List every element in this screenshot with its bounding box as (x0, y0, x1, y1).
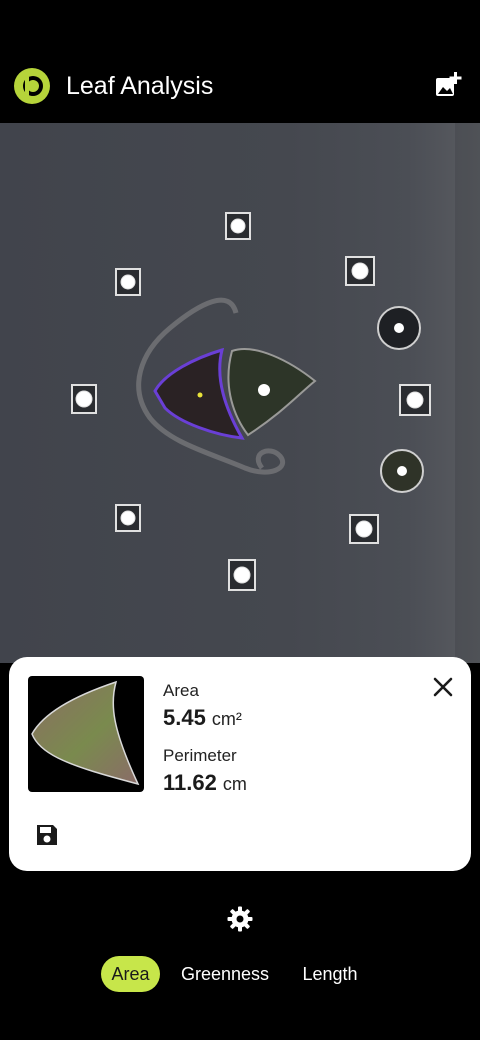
area-number: 5.45 (163, 705, 206, 730)
perimeter-label: Perimeter (163, 746, 237, 765)
tab-greenness[interactable]: Greenness (174, 956, 276, 992)
add-photo-icon[interactable] (434, 72, 462, 100)
perimeter-value: 11.62 cm (163, 770, 247, 796)
perimeter-number: 11.62 (163, 770, 217, 795)
leaf-thumbnail (28, 676, 144, 792)
gear-icon[interactable] (227, 906, 253, 932)
perimeter-unit: cm (222, 774, 247, 794)
save-icon[interactable] (35, 823, 59, 847)
tab-length[interactable]: Length (294, 956, 366, 992)
result-card: Area 5.45 cm² Perimeter 11.62 cm (9, 657, 471, 871)
analysis-tabs: Area Greenness Length (0, 956, 480, 994)
app-bar: Leaf Analysis (0, 0, 480, 123)
area-label: Area (163, 681, 199, 700)
tab-area[interactable]: Area (101, 956, 160, 992)
area-unit: cm² (211, 709, 242, 729)
leaf-image-view[interactable] (0, 123, 480, 663)
leaf-logo-icon (14, 68, 50, 104)
leaf-region[interactable] (227, 348, 317, 437)
close-icon[interactable] (431, 675, 455, 699)
page-title: Leaf Analysis (66, 72, 214, 100)
area-value: 5.45 cm² (163, 705, 242, 731)
